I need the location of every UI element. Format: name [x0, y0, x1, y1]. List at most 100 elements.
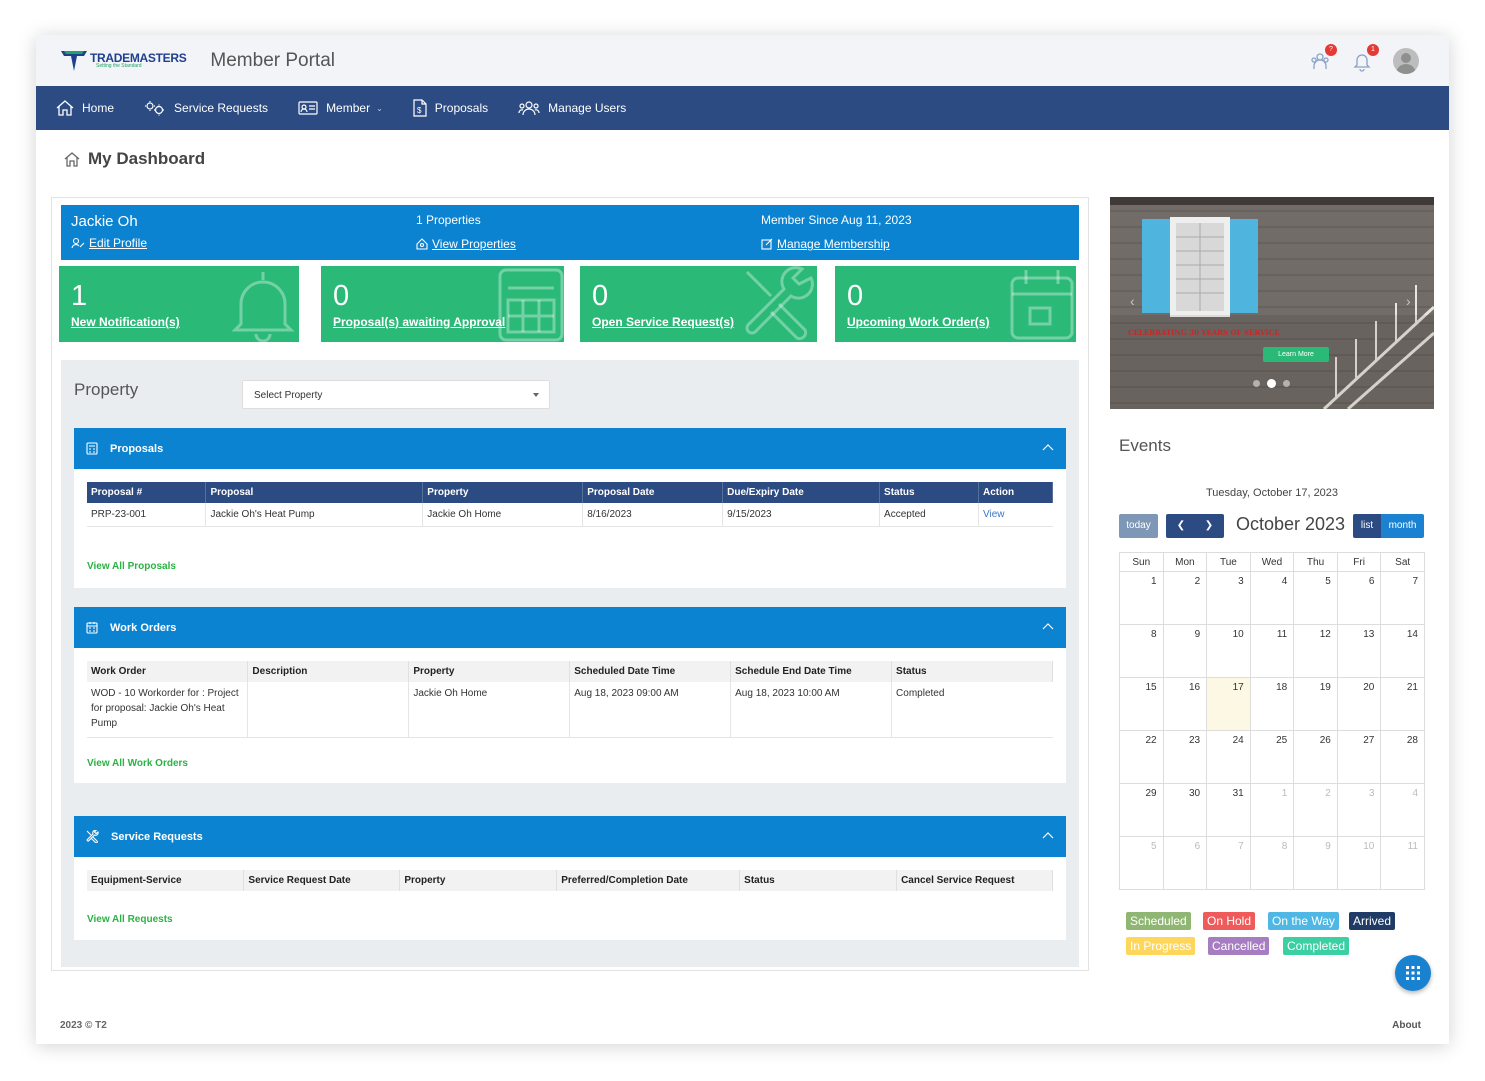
calendar-day[interactable]: 2 [1293, 783, 1338, 837]
calendar-day[interactable]: 7 [1380, 571, 1425, 625]
apps-menu-button[interactable] [1395, 955, 1431, 991]
calendar-day[interactable]: 8 [1119, 624, 1164, 678]
chevron-left-icon[interactable]: ❮ [1167, 514, 1195, 538]
chevron-right-icon[interactable]: ❯ [1195, 514, 1223, 538]
calendar-day[interactable]: 26 [1293, 730, 1338, 784]
col-status: Status [879, 482, 979, 503]
proposals-awaiting-link[interactable]: Proposal(s) awaiting Approval [333, 315, 505, 329]
calendar-day[interactable]: 5 [1293, 571, 1338, 625]
calendar-day[interactable]: 22 [1119, 730, 1164, 784]
property-select[interactable]: Select Property [242, 380, 550, 409]
trademasters-logo[interactable]: TRADEMASTERS Setting the Standard [60, 49, 187, 73]
calendar-day[interactable]: 16 [1162, 677, 1208, 731]
cell-scheduled-date: Aug 18, 2023 09:00 AM [569, 682, 732, 738]
calendar-day[interactable]: 3 [1206, 571, 1251, 625]
upcoming-work-orders-link[interactable]: Upcoming Work Order(s) [847, 315, 989, 329]
calendar-list-button[interactable]: list [1353, 514, 1381, 538]
calendar-day[interactable]: 8 [1249, 836, 1295, 890]
notifications-tile[interactable]: 1 New Notification(s) [59, 266, 299, 342]
legend-cancelled: Cancelled [1208, 937, 1270, 955]
view-all-requests-link[interactable]: View All Requests [87, 914, 173, 925]
bell-icon[interactable]: 1 [1351, 44, 1379, 72]
edit-profile-link[interactable]: Edit Profile [71, 236, 147, 250]
nav-home-label: Home [82, 101, 115, 115]
view-proposal-link[interactable]: View [983, 509, 1005, 520]
calendar-day[interactable]: 11 [1380, 836, 1425, 890]
calendar-day[interactable]: 25 [1249, 730, 1295, 784]
carousel-next-arrow[interactable]: › [1406, 293, 1411, 309]
calendar-day[interactable]: 4 [1380, 783, 1425, 837]
calendar-icon [86, 622, 98, 634]
calendar-day[interactable]: 15 [1119, 677, 1164, 731]
calendar-day[interactable]: 6 [1336, 571, 1382, 625]
work-orders-section: Work Orders Work Order Description Prope… [74, 607, 1066, 783]
profile-bar: Jackie Oh Edit Profile 1 Properties View… [61, 205, 1079, 260]
calendar-day[interactable]: 3 [1336, 783, 1382, 837]
carousel-dot-1[interactable] [1253, 380, 1260, 387]
proposals-tile[interactable]: 0 Proposal(s) awaiting Approval [321, 266, 564, 342]
calendar-day[interactable]: 20 [1336, 677, 1382, 731]
work-orders-header[interactable]: Work Orders [74, 607, 1066, 648]
nav-proposals-label: Proposals [434, 101, 489, 115]
proposals-header[interactable]: Proposals [74, 428, 1066, 469]
nav-member[interactable]: Member ⌄ [298, 100, 383, 116]
calendar-day[interactable]: 27 [1336, 730, 1382, 784]
service-requests-tile[interactable]: 0 Open Service Request(s) [580, 266, 817, 342]
calendar-day[interactable]: 9 [1162, 624, 1208, 678]
calendar-day[interactable]: 18 [1249, 677, 1295, 731]
nav-home[interactable]: Home [56, 100, 114, 116]
logo-icon [60, 49, 88, 73]
calendar-day[interactable]: 7 [1206, 836, 1251, 890]
view-all-work-orders-link[interactable]: View All Work Orders [87, 758, 188, 769]
calendar-today-button[interactable]: today [1119, 514, 1158, 538]
calendar-day[interactable]: 24 [1206, 730, 1251, 784]
calendar-day[interactable]: 1 [1119, 571, 1164, 625]
nav-manage-users[interactable]: Manage Users [518, 100, 626, 116]
users-icon[interactable]: ? [1309, 44, 1337, 72]
calendar-day[interactable]: 23 [1162, 730, 1208, 784]
calendar-day[interactable]: 19 [1293, 677, 1338, 731]
notifications-link[interactable]: New Notification(s) [71, 315, 180, 329]
calendar-day[interactable]: 12 [1293, 624, 1338, 678]
footer-about-link[interactable]: About [1392, 1020, 1421, 1031]
calendar-day[interactable]: 13 [1336, 624, 1382, 678]
calendar-day[interactable]: 10 [1206, 624, 1251, 678]
view-properties-link[interactable]: View Properties [416, 237, 516, 251]
calendar-day[interactable]: 21 [1380, 677, 1425, 731]
calendar-day[interactable]: 17 [1206, 677, 1251, 731]
col-description: Description [247, 661, 410, 682]
calendar-day[interactable]: 30 [1162, 783, 1208, 837]
nav-service-requests[interactable]: Service Requests [144, 100, 268, 116]
proposals-table: Proposal # Proposal Property Proposal Da… [87, 482, 1054, 527]
carousel-dot-3[interactable] [1283, 380, 1290, 387]
work-orders-tile[interactable]: 0 Upcoming Work Order(s) [835, 266, 1076, 342]
calendar-day[interactable]: 11 [1249, 624, 1295, 678]
view-all-proposals-link[interactable]: View All Proposals [87, 561, 176, 572]
calendar-day[interactable]: 6 [1162, 836, 1208, 890]
promo-carousel: ‹ › CELEBRATING 30 YEARS OF SERVICE Lear… [1110, 197, 1434, 409]
calendar-month-button[interactable]: month [1381, 514, 1424, 538]
weekday-header: Mon [1162, 552, 1208, 572]
calendar-day[interactable]: 31 [1206, 783, 1251, 837]
calendar-day[interactable]: 5 [1119, 836, 1164, 890]
col-property: Property [408, 661, 571, 682]
calendar-day[interactable]: 14 [1380, 624, 1425, 678]
learn-more-button[interactable]: Learn More [1263, 347, 1329, 362]
cell-description [247, 682, 410, 738]
calendar-day[interactable]: 28 [1380, 730, 1425, 784]
calendar-day[interactable]: 4 [1249, 571, 1295, 625]
carousel-prev-arrow[interactable]: ‹ [1130, 293, 1135, 309]
nav-proposals[interactable]: $ Proposals [413, 99, 488, 117]
user-avatar[interactable] [1393, 48, 1419, 74]
calendar-day[interactable]: 9 [1293, 836, 1338, 890]
calendar-day[interactable]: 29 [1119, 783, 1164, 837]
calendar-day[interactable]: 2 [1162, 571, 1208, 625]
carousel-dot-2[interactable] [1267, 379, 1276, 388]
open-service-requests-link[interactable]: Open Service Request(s) [592, 315, 734, 329]
calendar-week: 1234567 [1119, 571, 1425, 625]
manage-membership-link[interactable]: Manage Membership [761, 237, 912, 251]
dashboard-card: Jackie Oh Edit Profile 1 Properties View… [51, 197, 1089, 971]
calendar-day[interactable]: 1 [1249, 783, 1295, 837]
service-requests-header[interactable]: Service Requests [74, 816, 1066, 857]
calendar-day[interactable]: 10 [1336, 836, 1382, 890]
